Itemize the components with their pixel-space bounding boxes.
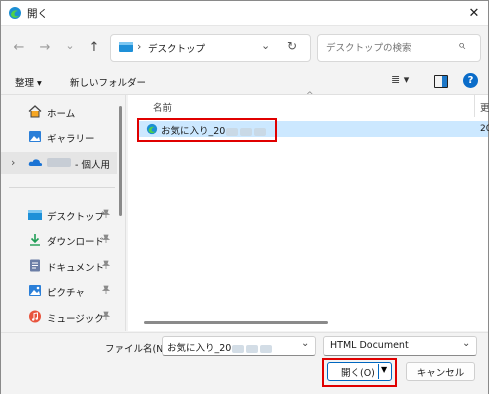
up-folder-button[interactable]: ↑ — [85, 38, 103, 56]
sidebar-scroll-thumb[interactable] — [119, 106, 122, 216]
new-folder-button[interactable]: 新しいフォルダー — [70, 75, 146, 89]
gallery-icon — [28, 130, 42, 143]
expand-chevron-icon[interactable]: › — [11, 156, 15, 169]
pin-icon — [101, 209, 111, 221]
recent-locations-button[interactable]: ⌄ — [61, 36, 79, 54]
view-menu[interactable]: ≣ ▾ — [391, 73, 409, 86]
redacted-date — [254, 127, 267, 136]
redacted-date — [246, 344, 259, 353]
open-dialog: 開く ✕ ← → ⌄ ↑ › デスクトップ ⌄ ↻ ⌕ 整理 ▾ 新しいフォルダ… — [0, 0, 489, 394]
sidebar-scrollbar[interactable] — [117, 96, 123, 328]
sidebar-divider — [9, 187, 115, 188]
cancel-label: キャンセル — [416, 367, 465, 379]
refresh-icon[interactable]: ↻ — [287, 39, 297, 53]
music-icon — [28, 310, 42, 323]
file-date: 20 — [480, 124, 489, 134]
forward-arrow-icon: → — [39, 39, 51, 55]
sidebar-item-label: ドキュメント — [47, 263, 105, 274]
redacted-account-name — [47, 158, 71, 167]
hscroll-thumb[interactable] — [144, 321, 328, 324]
filename-field[interactable]: お気に入り_20 ⌄ — [162, 336, 316, 356]
sidebar-item-label: - 個人用 — [75, 160, 110, 171]
highlight-file-name: お気に入り_20 — [137, 118, 277, 142]
sidebar-item-label: デスクトップ — [47, 212, 105, 223]
sidebar-item-documents[interactable]: ドキュメント — [1, 255, 113, 277]
breadcrumb-separator-icon: › — [137, 40, 142, 53]
file-list-hscrollbar[interactable] — [128, 319, 476, 327]
sidebar-item-label: ミュージック — [47, 314, 104, 325]
document-icon — [28, 259, 42, 272]
column-header-date[interactable]: 更 — [480, 100, 489, 114]
help-icon: ? — [467, 75, 474, 86]
command-bar: 整理 ▾ 新しいフォルダー ≣ ▾ ? — [1, 68, 488, 95]
download-icon — [28, 233, 42, 246]
sidebar-item-home[interactable]: ホーム — [1, 101, 113, 123]
dialog-footer: ファイル名(N): お気に入り_20 ⌄ HTML Document ⌄ 開く(… — [1, 332, 488, 394]
redacted-date — [260, 344, 273, 353]
search-box[interactable]: ⌕ — [317, 34, 481, 62]
sidebar-item-label: ダウンロード — [47, 237, 105, 248]
sidebar-item-label: ホーム — [47, 109, 76, 120]
column-header-row: ^ 名前 更 — [128, 91, 489, 117]
sidebar-item-onedrive[interactable]: › - 個人用 — [1, 152, 117, 174]
breadcrumb-location[interactable]: デスクトップ — [148, 41, 205, 55]
address-bar[interactable]: › デスクトップ ⌄ ↻ — [110, 34, 311, 62]
filetype-dropdown-icon[interactable]: ⌄ — [462, 338, 470, 349]
up-arrow-icon: ↑ — [88, 39, 100, 55]
filename-dropdown-icon[interactable]: ⌄ — [301, 338, 309, 349]
desktop-icon — [28, 208, 42, 221]
sidebar-item-label: ピクチャ — [47, 288, 85, 299]
split-divider — [378, 364, 379, 379]
redacted-date — [232, 344, 245, 353]
navigation-pane: ホーム ギャラリー › - 個人用 デスクトップ ダウンロード ドキュメント ピ… — [1, 95, 126, 331]
sidebar-item-desktop[interactable]: デスクトップ — [1, 204, 113, 226]
preview-pane-button[interactable] — [434, 75, 448, 88]
sort-ascending-icon: ^ — [306, 91, 314, 101]
window-title: 開く — [27, 8, 48, 20]
search-input[interactable] — [324, 39, 453, 57]
address-dropdown-icon[interactable]: ⌄ — [261, 39, 270, 52]
open-split-button[interactable]: 開く(O) ▼ — [327, 362, 392, 381]
sidebar-item-label: ギャラリー — [47, 134, 95, 145]
pin-icon — [101, 260, 111, 272]
back-arrow-icon: ← — [13, 39, 25, 55]
desktop-folder-icon — [119, 42, 133, 52]
file-name-text: お気に入り_20 — [161, 126, 226, 137]
close-button[interactable]: ✕ — [463, 3, 485, 23]
filename-label: ファイル名(N): — [105, 344, 171, 355]
redacted-date — [226, 127, 239, 136]
onedrive-cloud-icon — [28, 156, 43, 169]
filename-text: お気に入り_20 — [167, 343, 232, 354]
column-divider[interactable] — [474, 95, 475, 117]
title-bar: 開く ✕ — [1, 1, 488, 26]
sidebar-item-gallery[interactable]: ギャラリー — [1, 126, 113, 148]
redacted-date — [240, 127, 253, 136]
chevron-down-icon: ⌄ — [65, 38, 75, 52]
filetype-value: HTML Document — [330, 340, 409, 351]
pin-icon — [101, 311, 111, 323]
forward-button[interactable]: → — [36, 38, 54, 56]
pictures-icon — [28, 284, 42, 297]
column-header-name[interactable]: 名前 — [153, 100, 172, 114]
file-name: お気に入り_20 — [161, 123, 267, 137]
edge-app-icon — [8, 6, 22, 20]
edge-html-file-icon — [146, 123, 158, 135]
sidebar-item-pictures[interactable]: ピクチャ — [1, 280, 113, 302]
pin-icon — [101, 285, 111, 297]
pin-icon — [101, 234, 111, 246]
organize-menu[interactable]: 整理 ▾ — [15, 75, 42, 89]
filename-value[interactable]: お気に入り_20 — [167, 340, 273, 354]
home-icon — [28, 105, 42, 118]
help-button[interactable]: ? — [463, 73, 478, 88]
back-button[interactable]: ← — [10, 38, 28, 56]
search-icon: ⌕ — [458, 38, 466, 53]
sidebar-item-downloads[interactable]: ダウンロード — [1, 229, 113, 251]
close-icon: ✕ — [468, 5, 480, 21]
sidebar-item-music[interactable]: ミュージック — [1, 306, 113, 328]
open-button[interactable]: 開く(O) — [341, 365, 375, 379]
filetype-select[interactable]: HTML Document ⌄ — [323, 336, 477, 356]
open-options-arrow-icon[interactable]: ▼ — [381, 365, 387, 374]
cancel-button[interactable]: キャンセル — [406, 362, 475, 381]
